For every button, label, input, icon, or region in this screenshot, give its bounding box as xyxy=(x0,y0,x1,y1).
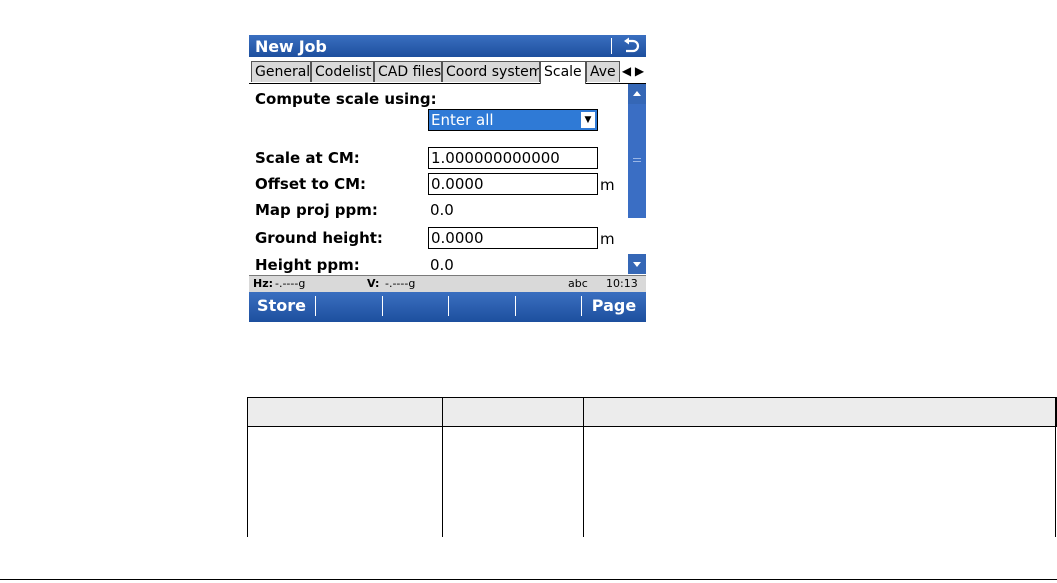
undo-arrow-icon[interactable] xyxy=(621,36,641,56)
table-right-border xyxy=(1055,397,1056,537)
manual-description-table xyxy=(247,397,1057,537)
table-left-border xyxy=(247,397,248,537)
ground-height-label: Ground height: xyxy=(255,229,383,247)
scrollbar-thumb[interactable] xyxy=(628,104,646,218)
softkey-f4-button[interactable] xyxy=(449,292,514,322)
map-proj-ppm-label: Map proj ppm: xyxy=(255,201,378,219)
tab-scroll-left-icon[interactable]: ◀ xyxy=(620,61,633,82)
clock: 10:13 xyxy=(606,277,638,290)
v-value: -.----g xyxy=(385,277,416,290)
table-column-divider xyxy=(442,397,443,537)
vertical-scrollbar[interactable] xyxy=(628,84,646,274)
page-button[interactable]: Page xyxy=(582,292,646,322)
scale-form: Compute scale using: Enter all ▼ Scale a… xyxy=(249,84,629,274)
compute-scale-value: Enter all xyxy=(431,111,494,129)
scroll-up-icon[interactable] xyxy=(628,84,646,104)
map-proj-ppm-value: 0.0 xyxy=(430,201,454,219)
tab-cad-files[interactable]: CAD files xyxy=(374,61,442,82)
dropdown-arrow-icon: ▼ xyxy=(581,112,595,128)
height-ppm-value: 0.0 xyxy=(430,256,454,274)
ground-height-input[interactable]: 0.0000 xyxy=(428,227,598,249)
tab-codelist[interactable]: Codelist xyxy=(311,61,374,82)
offset-to-cm-label: Offset to CM: xyxy=(255,175,367,193)
softkey-f3-button[interactable] xyxy=(383,292,448,322)
scroll-grip-icon xyxy=(633,158,641,159)
tab-average[interactable]: Ave xyxy=(586,61,620,82)
height-ppm-label: Height ppm: xyxy=(255,256,360,274)
title-bar: New Job xyxy=(249,35,646,57)
scroll-down-icon[interactable] xyxy=(628,254,646,274)
tab-scale[interactable]: Scale xyxy=(540,61,586,84)
table-column-divider xyxy=(583,397,584,537)
table-header-row xyxy=(247,397,1057,427)
offset-to-cm-input[interactable]: 0.0000 xyxy=(428,173,598,195)
tab-general[interactable]: General xyxy=(251,61,311,82)
softkey-f2-button[interactable] xyxy=(316,292,381,322)
window-title: New Job xyxy=(255,37,327,56)
offset-unit: m xyxy=(600,176,615,194)
softkey-bar: Store Page xyxy=(249,292,646,322)
page-footer-rule xyxy=(0,579,1057,580)
tab-coord-system[interactable]: Coord system xyxy=(442,61,540,82)
ground-height-unit: m xyxy=(600,230,615,248)
scale-at-cm-label: Scale at CM: xyxy=(255,149,360,167)
v-label: V: xyxy=(367,277,380,290)
scale-at-cm-input[interactable]: 1.000000000000 xyxy=(428,147,598,169)
tab-strip: General Codelist CAD files Coord system … xyxy=(249,61,646,84)
hz-label: Hz: xyxy=(253,277,274,290)
title-separator xyxy=(611,38,612,54)
compute-scale-label: Compute scale using: xyxy=(255,90,437,108)
device-screen: New Job General Codelist CAD files Coord… xyxy=(249,35,646,322)
hz-value: -.----g xyxy=(275,277,306,290)
store-button[interactable]: Store xyxy=(249,292,314,322)
input-mode-indicator: abc xyxy=(568,277,588,290)
tab-scroll-right-icon[interactable]: ▶ xyxy=(633,61,646,82)
softkey-f5-button[interactable] xyxy=(516,292,581,322)
compute-scale-select[interactable]: Enter all ▼ xyxy=(428,109,598,131)
status-bar: Hz: -.----g V: -.----g abc 10:13 xyxy=(249,275,646,292)
